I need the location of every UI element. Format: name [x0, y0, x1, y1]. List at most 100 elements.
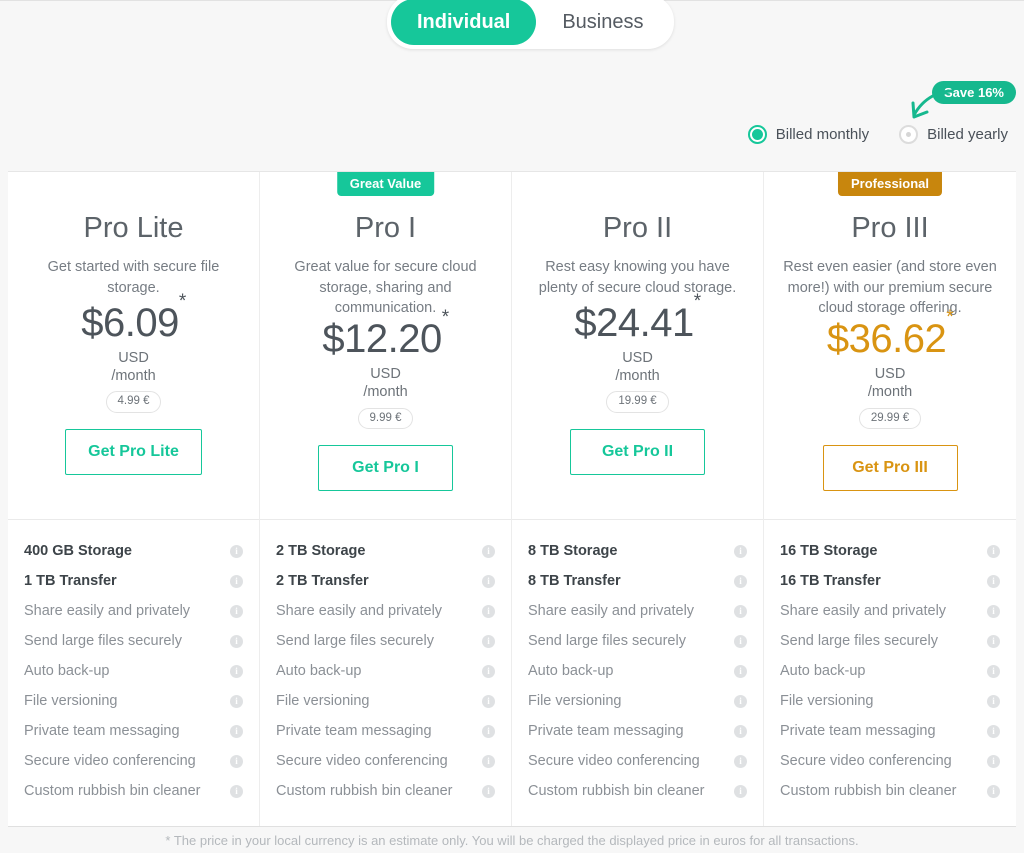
- feature-label: Secure video conferencing: [24, 753, 196, 769]
- plan-currency-period: USD/month: [868, 366, 912, 402]
- info-icon[interactable]: i: [734, 664, 747, 678]
- feature-row: File versioning i: [780, 686, 1000, 716]
- info-icon[interactable]: i: [987, 634, 1000, 648]
- info-icon[interactable]: i: [230, 574, 243, 588]
- info-icon[interactable]: i: [734, 694, 747, 708]
- info-icon[interactable]: i: [482, 784, 495, 798]
- plan-price-block: $36.62* USD/month 29.99 € Get Pro III: [780, 308, 1000, 535]
- info-icon[interactable]: i: [482, 544, 495, 558]
- feature-label: File versioning: [780, 693, 874, 709]
- plan-name: Pro III: [851, 212, 929, 244]
- plan-description: Get started with secure file storage.: [47, 259, 220, 296]
- plan-price: $12.20*: [322, 308, 449, 361]
- plan-header: Pro Lite Get started with secure file sto…: [8, 172, 259, 520]
- feature-row: Custom rubbish bin cleaner i: [24, 776, 243, 806]
- feature-row: Share easily and privately i: [528, 596, 747, 626]
- info-icon[interactable]: i: [482, 634, 495, 648]
- plan-card: Pro Lite Get started with secure file sto…: [8, 172, 260, 826]
- billing-option-yearly[interactable]: Billed yearly: [899, 125, 1008, 144]
- plan-header: Pro III Rest even easier (and store even …: [764, 172, 1016, 520]
- feature-row: 400 GB Storage i: [24, 536, 243, 566]
- plan-price-asterisk: *: [441, 307, 449, 329]
- feature-label: File versioning: [24, 693, 118, 709]
- plan-description: Rest even easier (and store even more!) …: [783, 259, 997, 317]
- info-icon[interactable]: i: [987, 604, 1000, 618]
- info-icon[interactable]: i: [482, 754, 495, 768]
- plan-cta-button[interactable]: Get Pro Lite: [65, 429, 202, 475]
- feature-row: Custom rubbish bin cleaner i: [780, 776, 1000, 806]
- info-icon[interactable]: i: [482, 604, 495, 618]
- info-icon[interactable]: i: [987, 694, 1000, 708]
- feature-label: Share easily and privately: [780, 603, 947, 619]
- billing-option-monthly[interactable]: Billed monthly: [747, 125, 869, 144]
- feature-row: Auto back-up i: [24, 656, 243, 686]
- plan-price-amount: $6.09: [81, 300, 179, 345]
- radio-yearly-icon[interactable]: [899, 125, 919, 144]
- info-icon[interactable]: i: [734, 754, 747, 768]
- plan-price-amount: $12.20: [322, 316, 442, 361]
- info-icon[interactable]: i: [482, 664, 495, 678]
- info-icon[interactable]: i: [482, 724, 495, 738]
- feature-row: 8 TB Storage i: [528, 536, 747, 566]
- billing-cycle-group[interactable]: Billed monthly Billed yearly: [747, 125, 1008, 144]
- info-icon[interactable]: i: [987, 754, 1000, 768]
- info-icon[interactable]: i: [734, 784, 747, 798]
- info-icon[interactable]: i: [230, 544, 243, 558]
- plan-card: Professional Pro III Rest even easier (and…: [764, 172, 1016, 826]
- feature-label: File versioning: [528, 693, 622, 709]
- plan-period: /month: [363, 383, 408, 400]
- feature-label: Auto back-up: [528, 663, 614, 679]
- plan-euro-price: 19.99 €: [606, 391, 669, 413]
- curved-arrow-icon: [911, 89, 954, 119]
- info-icon[interactable]: i: [987, 544, 1000, 558]
- feature-label: Auto back-up: [780, 663, 866, 679]
- info-icon[interactable]: i: [230, 604, 243, 618]
- plan-features: 400 GB Storage i 1 TB Transfer i Share easil…: [8, 520, 259, 826]
- audience-option-individual[interactable]: Individual: [391, 0, 537, 45]
- info-icon[interactable]: i: [734, 604, 747, 618]
- billing-option-yearly-label: Billed yearly: [927, 126, 1008, 143]
- feature-label: File versioning: [276, 693, 370, 709]
- plan-euro-price: 9.99 €: [357, 407, 414, 430]
- radio-monthly-icon[interactable]: [747, 125, 767, 144]
- feature-row: Share easily and privately i: [24, 596, 243, 626]
- info-icon[interactable]: i: [734, 724, 747, 738]
- feature-label: Share easily and privately: [24, 603, 191, 619]
- info-icon[interactable]: i: [987, 784, 1000, 798]
- feature-label: Custom rubbish bin cleaner: [780, 783, 957, 799]
- feature-label: 16 TB Transfer: [780, 573, 881, 589]
- plan-cta-button[interactable]: Get Pro III: [822, 445, 958, 492]
- plan-price-block: $12.20* USD/month 9.99 € Get Pro I: [276, 308, 495, 535]
- plan-features: 16 TB Storage i 16 TB Transfer i Share easil…: [764, 520, 1016, 826]
- info-icon[interactable]: i: [734, 634, 747, 648]
- feature-label: Share easily and privately: [276, 603, 443, 619]
- info-icon[interactable]: i: [734, 574, 747, 588]
- feature-row: 16 TB Transfer i: [780, 566, 1000, 596]
- feature-row: 2 TB Storage i: [276, 536, 495, 566]
- info-icon[interactable]: i: [230, 664, 243, 678]
- info-icon[interactable]: i: [230, 634, 243, 648]
- plan-price: $6.09*: [81, 292, 186, 345]
- info-icon[interactable]: i: [230, 694, 243, 708]
- plan-cta-button[interactable]: Get Pro I: [318, 445, 453, 492]
- info-icon[interactable]: i: [987, 724, 1000, 738]
- info-icon[interactable]: i: [230, 754, 243, 768]
- info-icon[interactable]: i: [482, 574, 495, 588]
- plan-cta-button[interactable]: Get Pro II: [570, 429, 705, 475]
- feature-label: Private team messaging: [528, 723, 684, 739]
- info-icon[interactable]: i: [987, 664, 1000, 678]
- info-icon[interactable]: i: [734, 544, 747, 558]
- audience-option-business[interactable]: Business: [536, 0, 669, 45]
- info-icon[interactable]: i: [230, 724, 243, 738]
- plan-currency-period: USD/month: [615, 350, 659, 386]
- feature-label: Private team messaging: [24, 723, 180, 739]
- feature-row: Custom rubbish bin cleaner i: [528, 776, 747, 806]
- feature-label: Secure video conferencing: [528, 753, 700, 769]
- info-icon[interactable]: i: [482, 694, 495, 708]
- feature-row: Share easily and privately i: [276, 596, 495, 626]
- info-icon[interactable]: i: [230, 784, 243, 798]
- feature-row: 8 TB Transfer i: [528, 566, 747, 596]
- info-icon[interactable]: i: [987, 574, 1000, 588]
- plan-currency-period: USD/month: [363, 366, 407, 402]
- audience-toggle[interactable]: Individual Business: [387, 0, 674, 49]
